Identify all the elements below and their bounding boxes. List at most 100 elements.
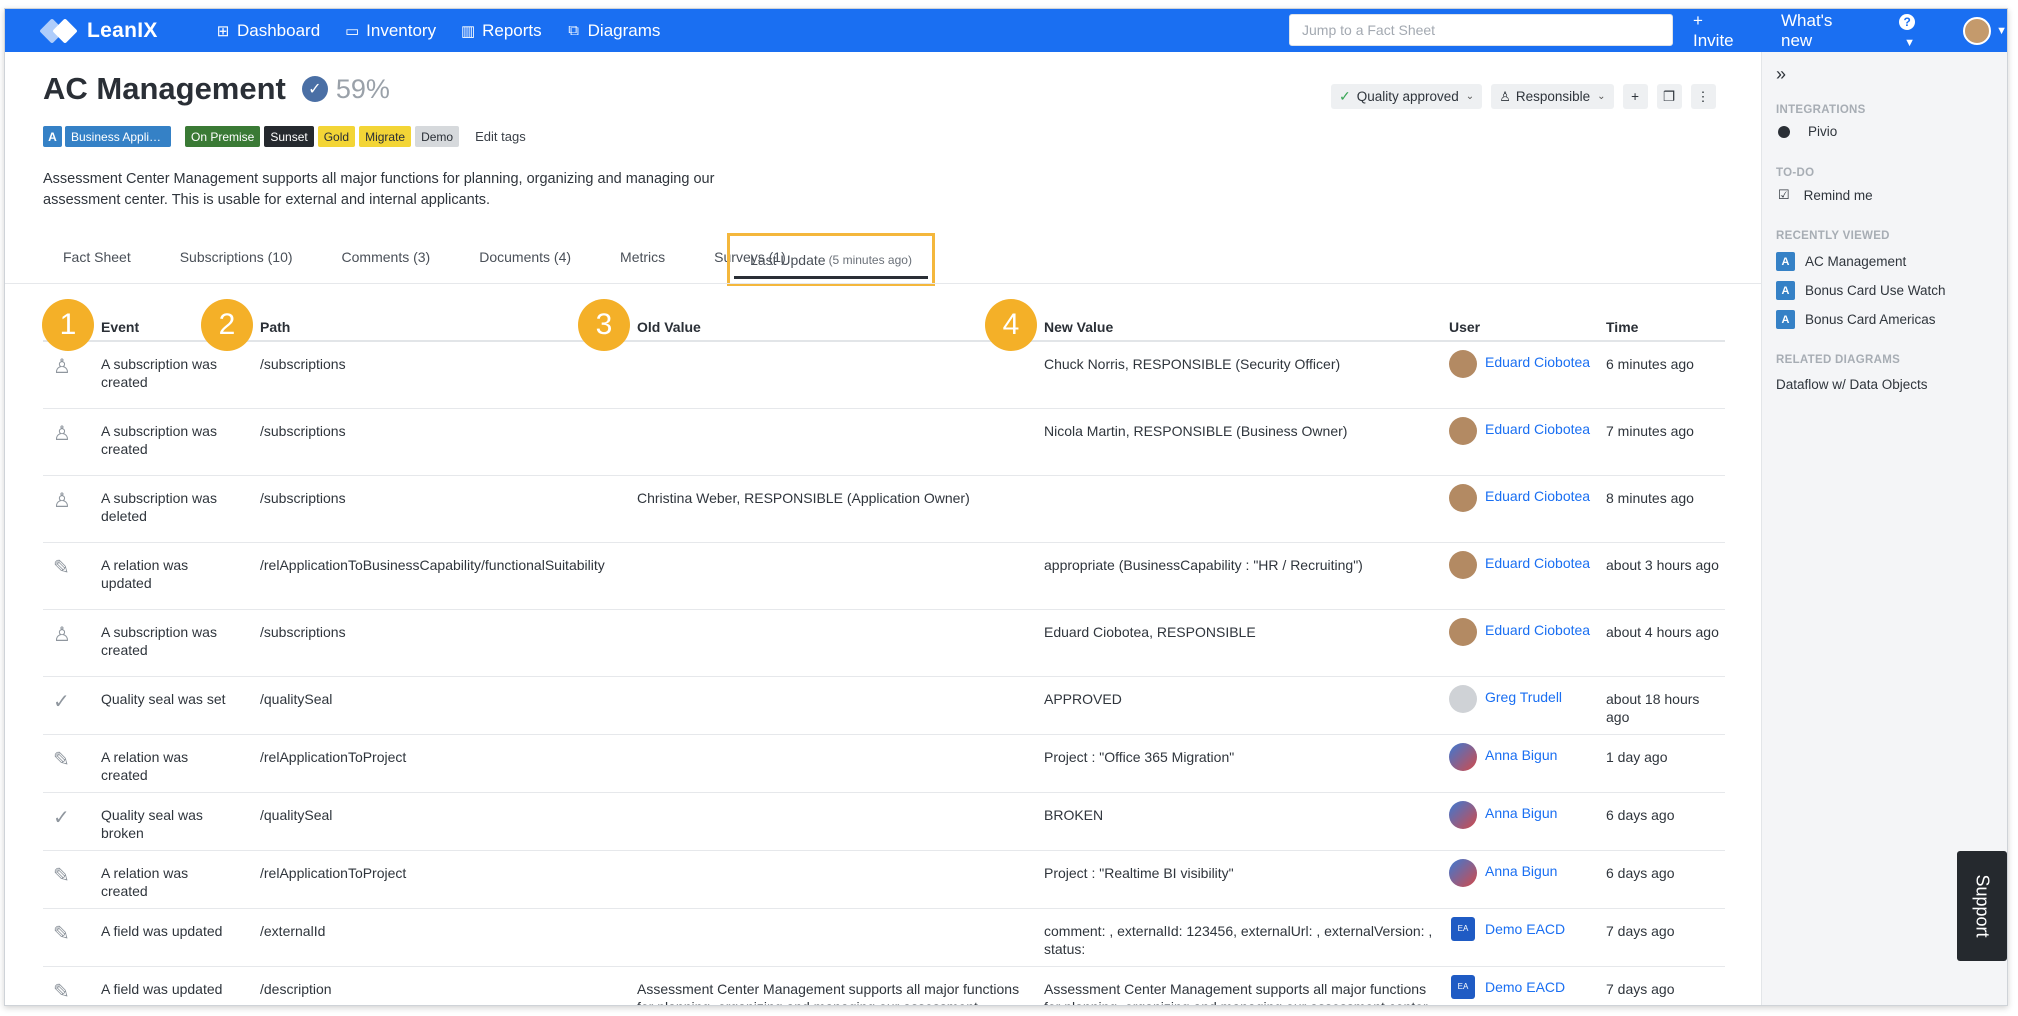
nav-diagrams[interactable]: ⧉ Diagrams	[566, 21, 660, 41]
table-row: ✎ A relation was created/relApplicationTo…	[43, 851, 1725, 909]
recent-item[interactable]: A AC Management	[1776, 252, 1906, 271]
more-button[interactable]: ⋮	[1690, 84, 1716, 109]
chevron-down-icon: ⌄	[1465, 91, 1475, 102]
event-cell: A subscription was created	[101, 423, 217, 457]
new-value-cell: BROKEN	[1044, 807, 1104, 823]
user-cell: EA Demo EACD	[1449, 917, 1597, 942]
user-link[interactable]: Eduard Ciobotea	[1485, 551, 1590, 576]
tab-comments[interactable]: Comments (3)	[324, 233, 431, 285]
nav-inventory[interactable]: ▭ Inventory	[344, 21, 436, 41]
quality-seal-icon: ✓	[301, 76, 328, 102]
todo-label: Remind me	[1803, 187, 1873, 203]
time-cell: 1 day ago	[1606, 749, 1668, 765]
user-link[interactable]: Anna Bigun	[1485, 743, 1557, 768]
new-value-cell: Project : "Realtime BI visibility"	[1044, 865, 1234, 881]
time-cell: 8 minutes ago	[1606, 490, 1694, 506]
tag-demo[interactable]: Demo	[415, 126, 460, 147]
avatar	[1449, 417, 1477, 445]
integration-item[interactable]: Pivio	[1776, 124, 1837, 139]
collapse-sidebar-icon[interactable]: »	[1776, 64, 1786, 85]
path-cell: /externalId	[260, 923, 326, 939]
type-label: Business Appli…	[65, 126, 171, 147]
path-cell: /description	[260, 981, 332, 997]
user-link[interactable]: Anna Bigun	[1485, 801, 1557, 826]
tab-subscriptions[interactable]: Subscriptions (10)	[162, 233, 293, 285]
table-body: ♙ A subscription was created/subscription…	[43, 342, 1725, 1005]
avatar	[1449, 551, 1477, 579]
col-path: Path	[260, 319, 291, 335]
user-link[interactable]: Eduard Ciobotea	[1485, 350, 1590, 375]
tag-migrate[interactable]: Migrate	[359, 126, 412, 147]
recent-item[interactable]: A Bonus Card Use Watch	[1776, 281, 1946, 300]
table-row: ♙ A subscription was created/subscription…	[43, 409, 1725, 476]
logo[interactable]: LeanIX	[39, 17, 211, 44]
col-new-value: New Value	[1044, 319, 1114, 335]
completion-score: 59%	[335, 73, 390, 104]
user-link[interactable]: Eduard Ciobotea	[1485, 618, 1590, 643]
application-type-icon: A	[1776, 281, 1795, 300]
invite-button[interactable]: + Invite	[1693, 11, 1745, 51]
user-link[interactable]: Anna Bigun	[1485, 859, 1557, 884]
whats-new-link[interactable]: What's new	[1781, 11, 1863, 51]
person-icon: ♙	[53, 423, 71, 445]
support-button[interactable]: Support	[1957, 851, 2007, 961]
leanix-logo-icon	[39, 17, 78, 44]
tab-documents[interactable]: Documents (4)	[461, 233, 571, 285]
button-label: Responsible	[1515, 89, 1591, 104]
nav-reports[interactable]: ▥ Reports	[460, 21, 542, 41]
time-cell: 6 days ago	[1606, 807, 1675, 823]
search-input[interactable]: Jump to a Fact Sheet	[1289, 14, 1673, 46]
user-menu[interactable]: ▼	[1963, 16, 2007, 45]
tab-last-update[interactable]: Last Update (5 minutes ago)	[727, 233, 935, 286]
person-icon: ♙	[53, 624, 71, 646]
quality-approved-button[interactable]: ✓ Quality approved ⌄	[1331, 84, 1483, 109]
user-link[interactable]: Demo EACD	[1485, 975, 1565, 1000]
main-nav: ⊞ Dashboard ▭ Inventory ▥ Reports ⧉ Diag…	[215, 21, 684, 41]
chevron-down-icon: ▼	[1996, 24, 2007, 37]
diagram-item[interactable]: Dataflow w/ Data Objects	[1776, 377, 1928, 392]
user-link[interactable]: Greg Trudell	[1485, 685, 1562, 710]
diagrams-heading: RELATED DIAGRAMS	[1776, 354, 1901, 366]
nav-dashboard[interactable]: ⊞ Dashboard	[215, 21, 320, 41]
integration-label: Pivio	[1808, 124, 1838, 139]
user-cell: Anna Bigun	[1449, 859, 1597, 887]
remind-me-item[interactable]: ☑ Remind me	[1776, 187, 1873, 203]
help-menu[interactable]: ?▼	[1899, 11, 1929, 51]
help-icon: ?	[1899, 13, 1916, 30]
path-cell: /subscriptions	[260, 356, 346, 372]
time-cell: 7 days ago	[1606, 981, 1675, 997]
tab-fact-sheet[interactable]: Fact Sheet	[43, 233, 131, 285]
tab-metrics[interactable]: Metrics	[602, 233, 665, 285]
event-cell: A relation was updated	[101, 557, 189, 591]
avatar: EA	[1451, 975, 1475, 999]
tab-label: Last Update	[750, 251, 826, 268]
application-type-icon: A	[1776, 252, 1795, 271]
responsible-button[interactable]: ♙ Responsible ⌄	[1491, 84, 1614, 109]
tag-gold[interactable]: Gold	[317, 126, 356, 147]
table-row: ✎ A relation was created/relApplicationTo…	[43, 735, 1725, 793]
check-icon: ✓	[53, 807, 70, 829]
path-cell: /relApplicationToBusinessCapability/func…	[260, 557, 605, 573]
table-row: ♙ A subscription was created/subscription…	[43, 610, 1725, 677]
nav-label: Reports	[482, 20, 542, 40]
user-link[interactable]: Demo EACD	[1485, 917, 1565, 942]
recent-item[interactable]: A Bonus Card Americas	[1776, 310, 1936, 329]
tag-sunset[interactable]: Sunset	[264, 126, 314, 147]
more-icon: ⋮	[1696, 88, 1710, 104]
user-link[interactable]: Eduard Ciobotea	[1485, 417, 1590, 442]
edit-tags-link[interactable]: Edit tags	[475, 129, 526, 144]
type-badge: A	[43, 126, 62, 147]
copy-button[interactable]: ❐	[1656, 84, 1682, 109]
inventory-icon: ▭	[345, 22, 360, 40]
new-value-cell: Project : "Office 365 Migration"	[1044, 749, 1235, 765]
time-cell: about 4 hours ago	[1606, 624, 1719, 640]
recent-heading: RECENTLY VIEWED	[1776, 230, 1890, 242]
chevron-down-icon: ▼	[1904, 36, 1916, 49]
event-cell: A relation was created	[101, 865, 189, 899]
tag-on-premise[interactable]: On Premise	[185, 126, 261, 147]
add-button[interactable]: +	[1622, 84, 1648, 109]
path-cell: /relApplicationToProject	[260, 865, 407, 881]
user-link[interactable]: Eduard Ciobotea	[1485, 484, 1590, 509]
table-row: ♙ A subscription was deleted/subscription…	[43, 476, 1725, 543]
table-row: ✓ Quality seal was set/qualitySeal APPROVE…	[43, 677, 1725, 735]
